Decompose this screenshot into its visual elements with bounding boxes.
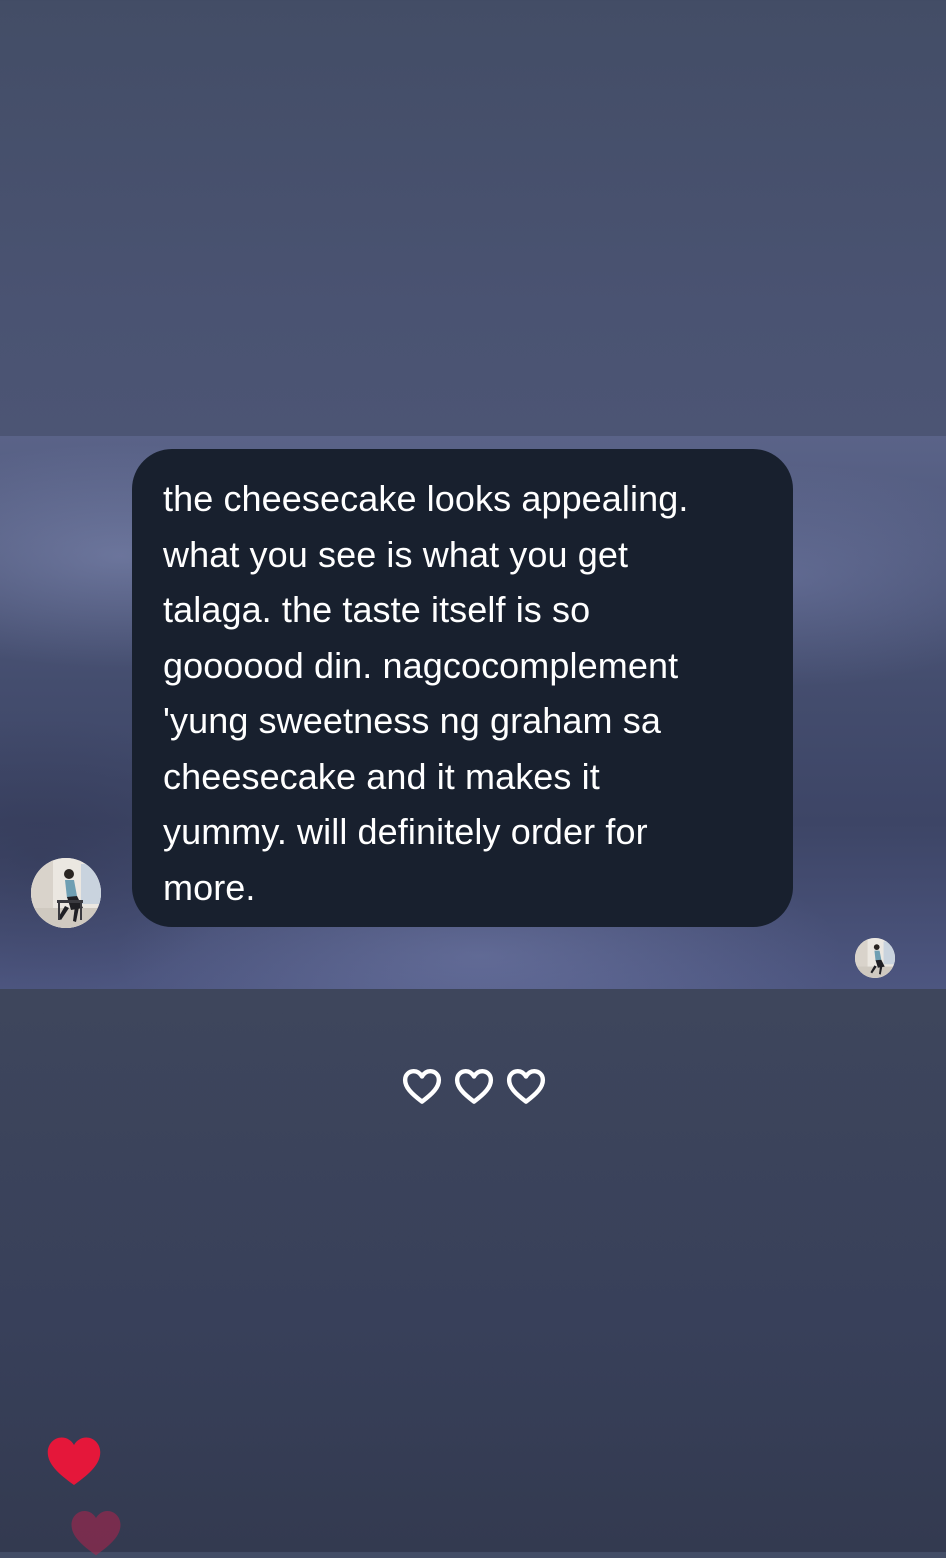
heart-outline-icon bbox=[452, 1064, 496, 1108]
heart-outline-icon bbox=[504, 1064, 548, 1108]
person-photo-icon bbox=[855, 938, 895, 978]
sender-avatar[interactable] bbox=[31, 858, 101, 928]
heart-outline-icon bbox=[400, 1064, 444, 1108]
message-bubble: the cheesecake looks appealing. what you… bbox=[132, 449, 793, 927]
heart-reactions bbox=[400, 1064, 550, 1110]
heart-filled-icon bbox=[44, 1432, 104, 1488]
person-photo-icon bbox=[31, 858, 101, 928]
message-text: the cheesecake looks appealing. what you… bbox=[163, 478, 689, 908]
seen-by-avatar bbox=[855, 938, 895, 978]
story-canvas: the cheesecake looks appealing. what you… bbox=[0, 0, 946, 1556]
heart-filled-icon bbox=[68, 1506, 124, 1558]
